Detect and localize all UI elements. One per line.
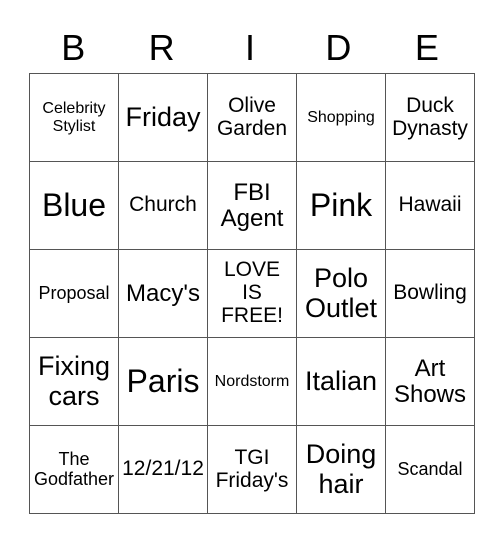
cell-label: Scandal bbox=[397, 458, 463, 479]
cell-label: Bowling bbox=[393, 281, 467, 305]
header-letter-i: I bbox=[245, 27, 256, 68]
header-letter-e: E bbox=[414, 27, 439, 68]
bingo-row: Celebrity Stylist Friday Olive Garden Sh… bbox=[29, 73, 475, 162]
cell-label: Blue bbox=[41, 187, 107, 224]
bingo-header: B R I D E bbox=[29, 24, 471, 72]
bingo-cell[interactable]: Shopping bbox=[296, 73, 386, 162]
cell-label: Doing hair bbox=[305, 439, 377, 499]
bingo-cell[interactable]: Nordstorm bbox=[207, 337, 297, 426]
bingo-cell[interactable]: Olive Garden bbox=[207, 73, 297, 162]
header-letter-b: B bbox=[61, 27, 86, 68]
bingo-cell[interactable]: Hawaii bbox=[385, 161, 475, 250]
free-space-cell[interactable]: LOVE IS FREE! bbox=[207, 249, 297, 338]
cell-label: FBI Agent bbox=[220, 178, 284, 232]
cell-label: Duck Dynasty bbox=[392, 93, 468, 140]
cell-label: Celebrity Stylist bbox=[42, 100, 106, 135]
cell-label: The Godfather bbox=[33, 449, 115, 489]
bingo-cell[interactable]: Celebrity Stylist bbox=[29, 73, 119, 162]
cell-label: Shopping bbox=[307, 108, 375, 126]
cell-label: Church bbox=[129, 193, 197, 217]
bingo-cell[interactable]: Blue bbox=[29, 161, 119, 250]
bingo-cell[interactable]: 12/21/12 bbox=[118, 425, 208, 514]
bingo-row: Proposal Macy's LOVE IS FREE! Polo Outle… bbox=[29, 249, 475, 338]
bingo-cell[interactable]: Art Shows bbox=[385, 337, 475, 426]
bingo-cell[interactable]: FBI Agent bbox=[207, 161, 297, 250]
header-letter-r: R bbox=[148, 27, 175, 68]
cell-label: Hawaii bbox=[398, 193, 462, 217]
cell-label: Macy's bbox=[126, 279, 200, 307]
cell-label: Pink bbox=[309, 187, 373, 224]
cell-label: Proposal bbox=[38, 282, 110, 303]
bingo-row: The Godfather 12/21/12 TGI Friday's Doin… bbox=[29, 425, 475, 514]
cell-label: Art Shows bbox=[393, 354, 467, 408]
bingo-cell[interactable]: Doing hair bbox=[296, 425, 386, 514]
cell-label: Fixing cars bbox=[37, 351, 111, 411]
cell-label: Polo Outlet bbox=[304, 263, 378, 323]
bingo-cell[interactable]: The Godfather bbox=[29, 425, 119, 514]
bingo-row: Blue Church FBI Agent Pink Hawaii bbox=[29, 161, 475, 250]
bingo-cell[interactable]: Proposal bbox=[29, 249, 119, 338]
bingo-cell[interactable]: Fixing cars bbox=[29, 337, 119, 426]
cell-label: LOVE IS FREE! bbox=[221, 258, 283, 327]
bingo-cell[interactable]: Italian bbox=[296, 337, 386, 426]
bingo-cell[interactable]: Paris bbox=[118, 337, 208, 426]
cell-label: 12/21/12 bbox=[122, 457, 204, 481]
cell-label: Olive Garden bbox=[216, 93, 288, 140]
bingo-cell[interactable]: TGI Friday's bbox=[207, 425, 297, 514]
bingo-cell[interactable]: Scandal bbox=[385, 425, 475, 514]
cell-label: Italian bbox=[304, 365, 378, 396]
cell-label: Friday bbox=[125, 101, 201, 132]
bingo-row: Fixing cars Paris Nordstorm Italian Art … bbox=[29, 337, 475, 426]
bingo-cell[interactable]: Polo Outlet bbox=[296, 249, 386, 338]
bingo-cell[interactable]: Bowling bbox=[385, 249, 475, 338]
bingo-cell[interactable]: Church bbox=[118, 161, 208, 250]
cell-label: TGI Friday's bbox=[215, 445, 289, 492]
bingo-cell[interactable]: Macy's bbox=[118, 249, 208, 338]
cell-label: Paris bbox=[126, 363, 200, 400]
bingo-cell[interactable]: Duck Dynasty bbox=[385, 73, 475, 162]
bingo-cell[interactable]: Pink bbox=[296, 161, 386, 250]
cell-label: Nordstorm bbox=[214, 372, 290, 390]
bingo-grid: Celebrity Stylist Friday Olive Garden Sh… bbox=[29, 73, 475, 514]
header-letter-d: D bbox=[325, 27, 352, 68]
bingo-cell[interactable]: Friday bbox=[118, 73, 208, 162]
